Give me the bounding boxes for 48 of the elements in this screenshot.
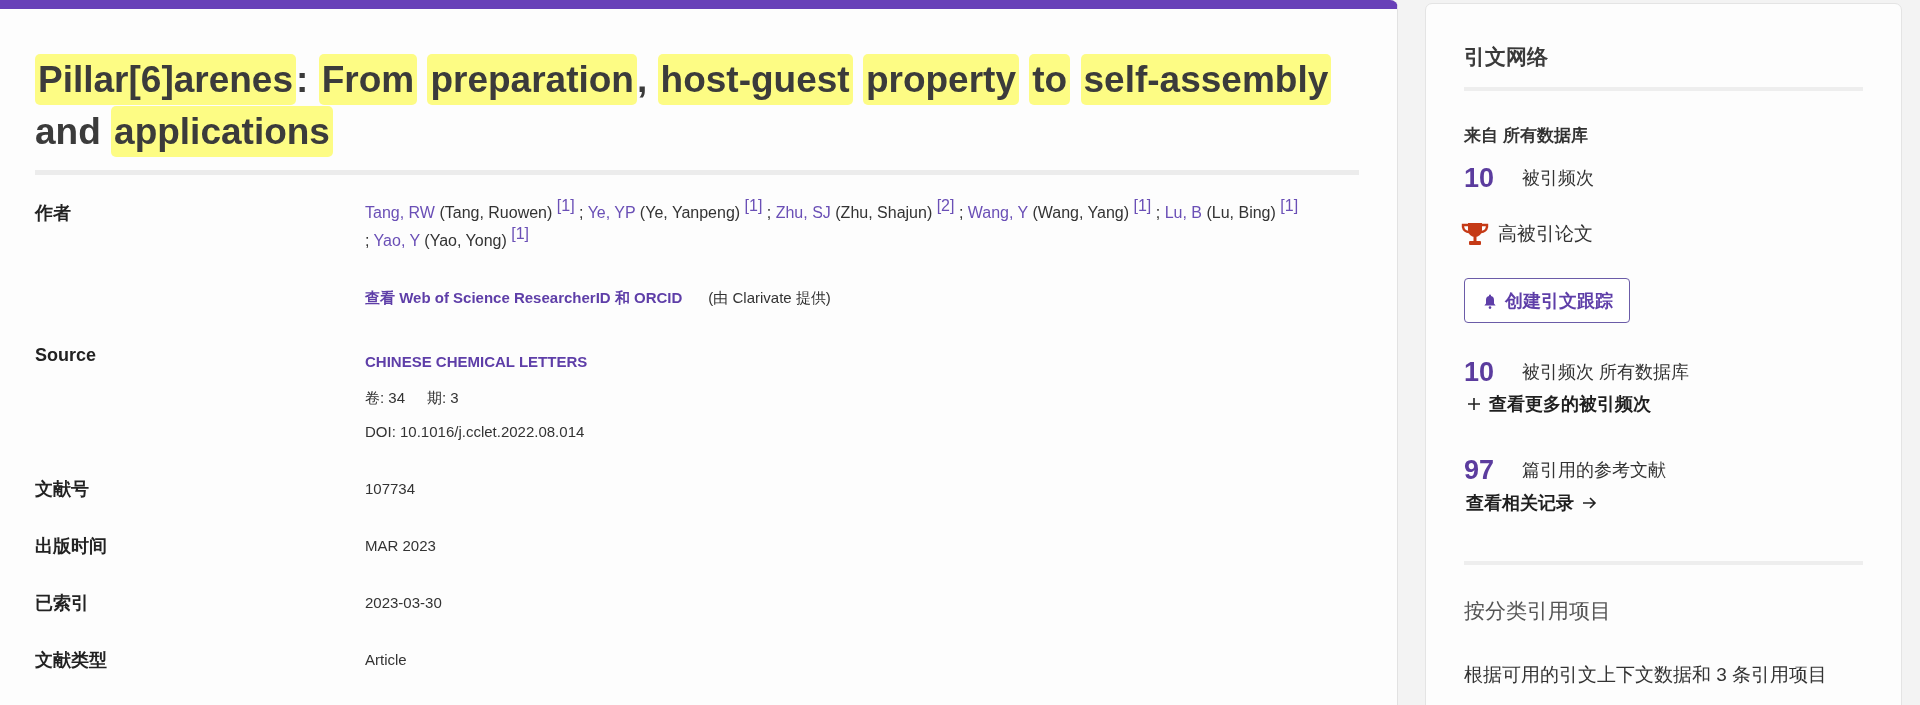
related-records-link[interactable]: 查看相关记录 — [1466, 490, 1597, 516]
more-citations-link[interactable]: 查看更多的被引频次 — [1468, 391, 1651, 417]
affiliation-link[interactable]: [1] — [511, 224, 529, 242]
field-label: 文献类型 — [35, 649, 108, 672]
citation-count-label: 被引频次 — [1522, 167, 1594, 190]
section-title: 按分类引用项目 — [1464, 598, 1612, 624]
citation-count-link[interactable]: 10 — [1464, 161, 1522, 195]
journal-link[interactable]: CHINESE CHEMICAL LETTERS — [365, 350, 588, 374]
issue-text: 期: 3 — [427, 388, 459, 408]
author-link[interactable]: Tang, RW — [365, 204, 435, 221]
citation-count-link[interactable]: 10 — [1464, 355, 1522, 389]
doi-text: DOI: 10.1016/j.cclet.2022.08.014 — [365, 422, 585, 442]
trophy-icon — [1461, 222, 1489, 246]
author-link[interactable]: Zhu, SJ — [775, 204, 831, 221]
section-title: 引文网络 — [1464, 44, 1549, 70]
field-value: Article — [365, 651, 407, 668]
author-link[interactable]: Yao, Y — [373, 232, 420, 249]
author-link[interactable]: Ye, YP — [587, 204, 636, 221]
bell-icon — [1483, 292, 1497, 309]
highly-cited-label: 高被引论文 — [1498, 222, 1593, 246]
field-value: MAR 2023 — [365, 537, 436, 554]
affiliation-link[interactable]: [1] — [556, 196, 575, 214]
field-label: 已索引 — [35, 592, 90, 615]
author-list: Tang, RW (Tang, Ruowen) [1] ; Ye, YP (Ye, Yanpeng) [1] ; Zhu, SJ (Zhu, Shajun) [2] ; Wang, Y (Wang, Yang) [1] ; Lu, B (Lu, Bing) [1] ; Yao, Y (Yao, Yong) [1] — [365, 199, 1325, 255]
volume-text: 卷: 34 — [365, 388, 406, 408]
provider-note: (由 Clarivate 提供) — [708, 288, 831, 308]
affiliation-link[interactable]: [2] — [936, 196, 955, 214]
author-link[interactable]: Lu, B — [1164, 204, 1202, 221]
field-label: Source — [35, 344, 98, 367]
reference-count-label: 篇引用的参考文献 — [1522, 459, 1666, 482]
plus-icon — [1468, 398, 1480, 410]
source-label: 来自 所有数据库 — [1464, 125, 1589, 147]
section-description: 根据可用的引文上下文数据和 3 条引用项目 — [1464, 663, 1829, 687]
field-label: 文献号 — [35, 478, 90, 501]
author-link[interactable]: Wang, Y — [967, 204, 1028, 221]
field-value: 107734 — [365, 480, 416, 497]
affiliation-link[interactable]: [1] — [744, 196, 763, 214]
create-alert-button[interactable]: 创建引文跟踪 — [1464, 278, 1630, 323]
reference-count-link[interactable]: 97 — [1464, 453, 1522, 487]
field-label: 出版时间 — [35, 535, 108, 558]
field-value: 2023-03-30 — [365, 594, 442, 611]
arrow-right-icon — [1583, 497, 1597, 509]
citation-count-label: 被引频次 所有数据库 — [1522, 361, 1689, 384]
researcher-id-link[interactable]: 查看 Web of Science ResearcherID 和 ORCID — [365, 286, 683, 310]
article-title: Pillar[6]arenes: From preparation, host-guest property to self-assembly and applications — [35, 54, 1359, 158]
affiliation-link[interactable]: [1] — [1280, 196, 1299, 214]
field-label: 作者 — [35, 202, 72, 225]
affiliation-link[interactable]: [1] — [1133, 196, 1152, 214]
